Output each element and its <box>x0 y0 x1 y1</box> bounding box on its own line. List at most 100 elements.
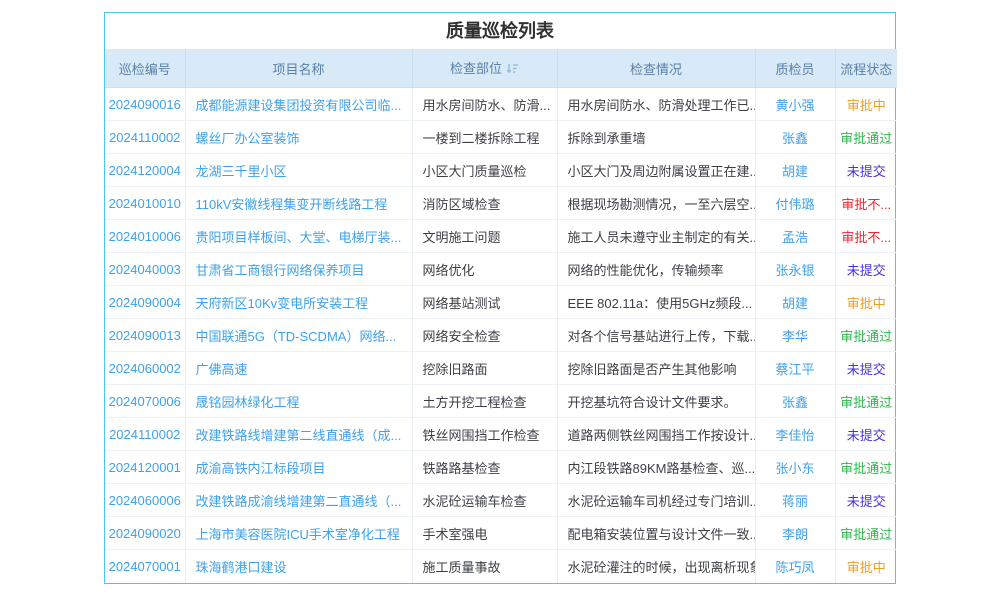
column-header-label: 巡检编号 <box>119 62 171 77</box>
inspector-link[interactable]: 胡建 <box>755 154 835 187</box>
project-name-link[interactable]: 中国联通5G（TD-SCDMA）网络... <box>185 319 412 352</box>
status-badge: 审批通过 <box>835 385 897 418</box>
inspection-part-cell: 铁路路基检查 <box>412 451 557 484</box>
column-header-label: 检查情况 <box>630 62 682 77</box>
project-name-link[interactable]: 110kV安徽线程集变开断线路工程 <box>185 187 412 220</box>
table-row[interactable]: 2024010010110kV安徽线程集变开断线路工程消防区域检查根据现场勘测情… <box>105 187 897 220</box>
inspection-id-link[interactable]: 2024070001 <box>105 550 185 583</box>
inspection-id-link[interactable]: 2024120001 <box>105 451 185 484</box>
status-badge: 审批通过 <box>835 319 897 352</box>
table-row[interactable]: 2024090004天府新区10Kv变电所安装工程网络基站测试EEE 802.1… <box>105 286 897 319</box>
project-name-link[interactable]: 甘肃省工商银行网络保养项目 <box>185 253 412 286</box>
inspection-part-cell: 铁丝网围挡工作检查 <box>412 418 557 451</box>
inspection-id-link[interactable]: 2024090013 <box>105 319 185 352</box>
column-header-status: 流程状态 <box>835 49 897 88</box>
table-row[interactable]: 2024060002广佛高速挖除旧路面挖除旧路面是否产生其他影响蔡江平未提交 <box>105 352 897 385</box>
inspector-link[interactable]: 张小东 <box>755 451 835 484</box>
inspection-part-cell: 用水房间防水、防滑... <box>412 88 557 121</box>
page-title: 质量巡检列表 <box>105 13 895 49</box>
status-badge: 审批中 <box>835 88 897 121</box>
inspector-link[interactable]: 张永银 <box>755 253 835 286</box>
inspection-id-link[interactable]: 2024110002 <box>105 418 185 451</box>
inspector-link[interactable]: 李朗 <box>755 517 835 550</box>
column-header-label: 流程状态 <box>840 62 892 77</box>
inspection-id-link[interactable]: 2024120004 <box>105 154 185 187</box>
inspection-part-cell: 挖除旧路面 <box>412 352 557 385</box>
status-badge: 审批通过 <box>835 517 897 550</box>
status-badge: 审批不... <box>835 220 897 253</box>
table-row[interactable]: 2024120001成渝高铁内江标段项目铁路路基检查内江段铁路89KM路基检查、… <box>105 451 897 484</box>
project-name-link[interactable]: 天府新区10Kv变电所安装工程 <box>185 286 412 319</box>
inspection-detail-cell: 用水房间防水、防滑处理工作已... <box>557 88 755 121</box>
inspector-link[interactable]: 李佳怡 <box>755 418 835 451</box>
inspection-part-cell: 水泥砼运输车检查 <box>412 484 557 517</box>
inspection-id-link[interactable]: 2024110002 <box>105 121 185 154</box>
inspection-part-cell: 网络基站测试 <box>412 286 557 319</box>
inspector-link[interactable]: 孟浩 <box>755 220 835 253</box>
table-row[interactable]: 2024110002螺丝厂办公室装饰一楼到二楼拆除工程拆除到承重墙张鑫审批通过 <box>105 121 897 154</box>
inspector-link[interactable]: 张鑫 <box>755 121 835 154</box>
sort-descending-icon[interactable] <box>506 62 519 78</box>
column-header-label: 项目名称 <box>272 62 324 77</box>
table-row[interactable]: 2024110002改建铁路线增建第二线直通线（成...铁丝网围挡工作检查道路两… <box>105 418 897 451</box>
table-row[interactable]: 2024090016成都能源建设集团投资有限公司临...用水房间防水、防滑...… <box>105 88 897 121</box>
status-badge: 未提交 <box>835 352 897 385</box>
inspection-id-link[interactable]: 2024010010 <box>105 187 185 220</box>
inspection-part-cell: 土方开挖工程检查 <box>412 385 557 418</box>
table-row[interactable]: 2024120004龙湖三千里小区小区大门质量巡检小区大门及周边附属设置正在建.… <box>105 154 897 187</box>
project-name-link[interactable]: 广佛高速 <box>185 352 412 385</box>
project-name-link[interactable]: 螺丝厂办公室装饰 <box>185 121 412 154</box>
project-name-link[interactable]: 改建铁路成渝线增建第二直通线（... <box>185 484 412 517</box>
inspection-detail-cell: 内江段铁路89KM路基检查、巡... <box>557 451 755 484</box>
status-badge: 审批通过 <box>835 451 897 484</box>
project-name-link[interactable]: 珠海鹤港口建设 <box>185 550 412 583</box>
inspection-part-cell: 一楼到二楼拆除工程 <box>412 121 557 154</box>
project-name-link[interactable]: 上海市美容医院ICU手术室净化工程 <box>185 517 412 550</box>
table-row[interactable]: 2024070001珠海鹤港口建设施工质量事故水泥砼灌注的时候，出现离析现象陈巧… <box>105 550 897 583</box>
project-name-link[interactable]: 成渝高铁内江标段项目 <box>185 451 412 484</box>
table-row[interactable]: 2024070006晟铭园林绿化工程土方开挖工程检查开挖基坑符合设计文件要求。张… <box>105 385 897 418</box>
column-header-inspector: 质检员 <box>755 49 835 88</box>
inspector-link[interactable]: 蔡江平 <box>755 352 835 385</box>
inspection-id-link[interactable]: 2024090020 <box>105 517 185 550</box>
status-badge: 审批不... <box>835 187 897 220</box>
inspection-id-link[interactable]: 2024090016 <box>105 88 185 121</box>
inspection-id-link[interactable]: 2024090004 <box>105 286 185 319</box>
table-row[interactable]: 2024060006改建铁路成渝线增建第二直通线（...水泥砼运输车检查水泥砼运… <box>105 484 897 517</box>
inspector-link[interactable]: 付伟璐 <box>755 187 835 220</box>
inspection-detail-cell: 开挖基坑符合设计文件要求。 <box>557 385 755 418</box>
inspector-link[interactable]: 李华 <box>755 319 835 352</box>
project-name-link[interactable]: 龙湖三千里小区 <box>185 154 412 187</box>
inspector-link[interactable]: 陈巧凤 <box>755 550 835 583</box>
status-badge: 未提交 <box>835 484 897 517</box>
inspector-link[interactable]: 胡建 <box>755 286 835 319</box>
inspection-part-cell: 文明施工问题 <box>412 220 557 253</box>
inspection-detail-cell: 配电箱安装位置与设计文件一致... <box>557 517 755 550</box>
inspection-id-link[interactable]: 2024010006 <box>105 220 185 253</box>
inspection-id-link[interactable]: 2024070006 <box>105 385 185 418</box>
table-row[interactable]: 2024010006贵阳项目样板间、大堂、电梯厅装...文明施工问题施工人员未遵… <box>105 220 897 253</box>
status-badge: 审批通过 <box>835 121 897 154</box>
inspector-link[interactable]: 张鑫 <box>755 385 835 418</box>
inspection-detail-cell: 水泥砼运输车司机经过专门培训... <box>557 484 755 517</box>
inspection-id-link[interactable]: 2024060006 <box>105 484 185 517</box>
inspection-id-link[interactable]: 2024060002 <box>105 352 185 385</box>
project-name-link[interactable]: 改建铁路线增建第二线直通线（成... <box>185 418 412 451</box>
column-header-inspection-detail: 检查情况 <box>557 49 755 88</box>
table-header-row: 巡检编号 项目名称 检查部位 检查情况 质检员 流程状态 <box>105 49 897 88</box>
inspector-link[interactable]: 黄小强 <box>755 88 835 121</box>
table-body: 2024090016成都能源建设集团投资有限公司临...用水房间防水、防滑...… <box>105 88 897 583</box>
inspector-link[interactable]: 蒋丽 <box>755 484 835 517</box>
table-row[interactable]: 2024090020上海市美容医院ICU手术室净化工程手术室强电配电箱安装位置与… <box>105 517 897 550</box>
project-name-link[interactable]: 晟铭园林绿化工程 <box>185 385 412 418</box>
status-badge: 未提交 <box>835 418 897 451</box>
project-name-link[interactable]: 贵阳项目样板间、大堂、电梯厅装... <box>185 220 412 253</box>
project-name-link[interactable]: 成都能源建设集团投资有限公司临... <box>185 88 412 121</box>
inspection-detail-cell: EEE 802.11a：使用5GHz频段... <box>557 286 755 319</box>
table-row[interactable]: 2024090013中国联通5G（TD-SCDMA）网络...网络安全检查对各个… <box>105 319 897 352</box>
inspection-detail-cell: 施工人员未遵守业主制定的有关... <box>557 220 755 253</box>
inspection-part-cell: 施工质量事故 <box>412 550 557 583</box>
inspection-detail-cell: 网络的性能优化，传输频率 <box>557 253 755 286</box>
inspection-id-link[interactable]: 2024040003 <box>105 253 185 286</box>
table-row[interactable]: 2024040003甘肃省工商银行网络保养项目网络优化网络的性能优化，传输频率张… <box>105 253 897 286</box>
